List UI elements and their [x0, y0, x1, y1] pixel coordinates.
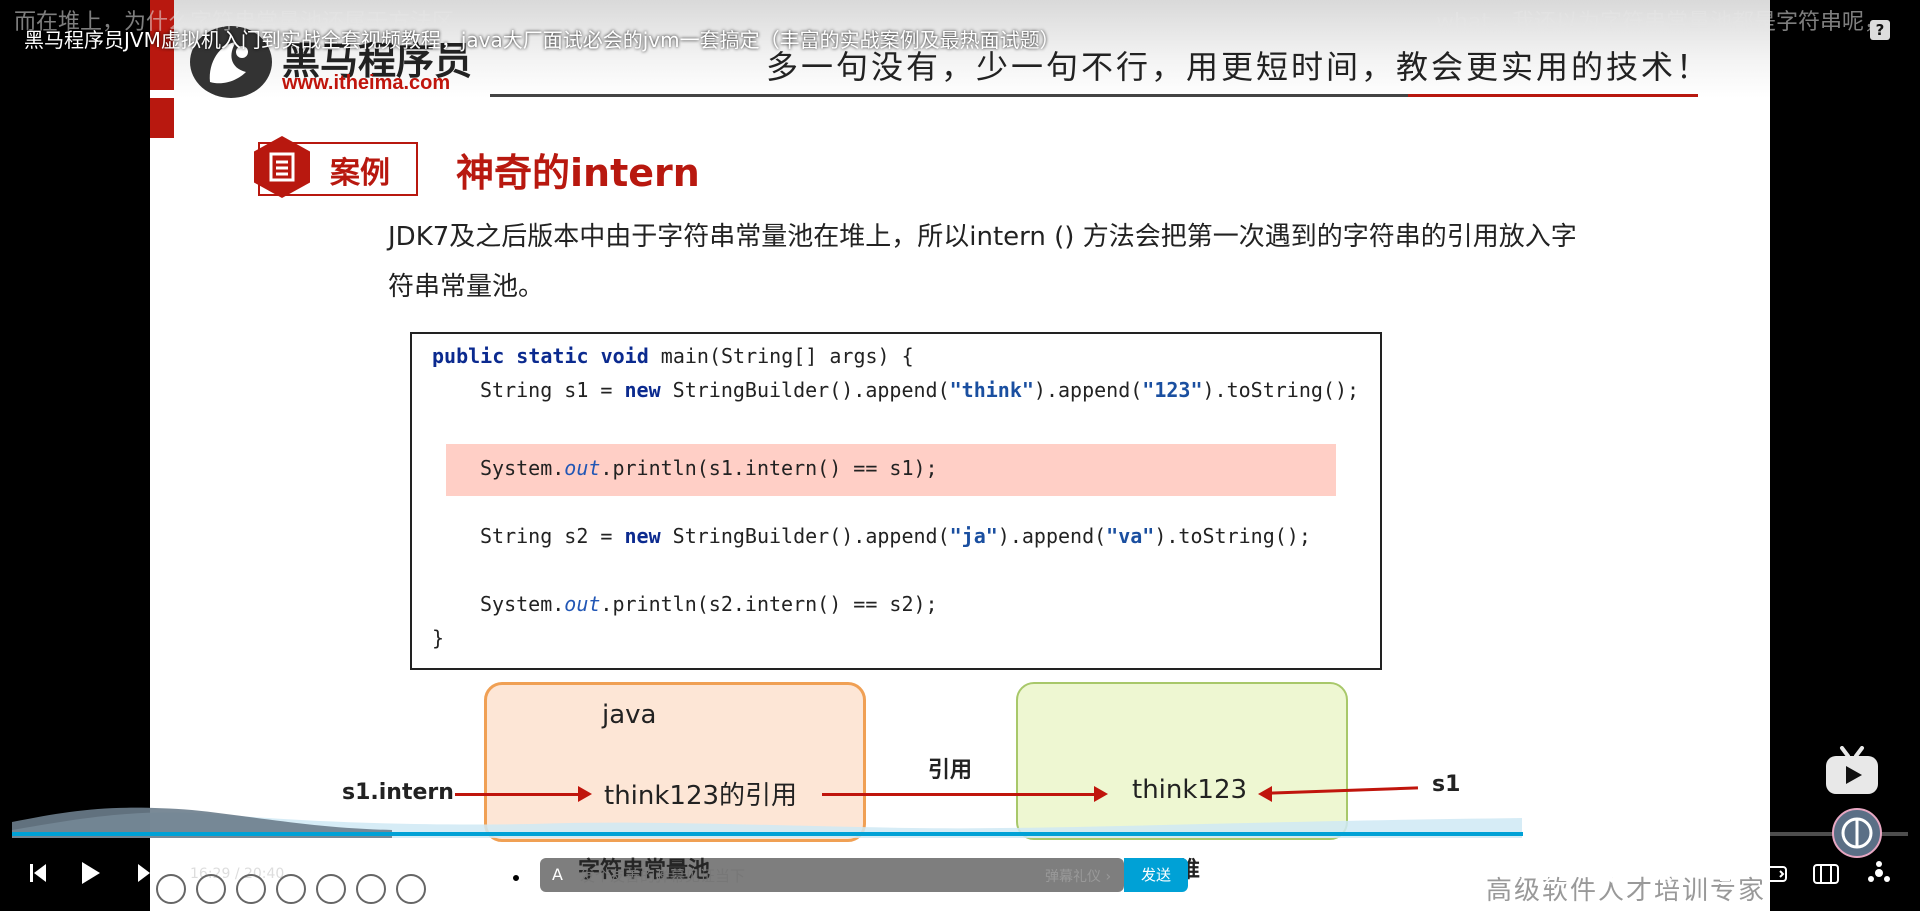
volume-icon[interactable] — [1598, 862, 1624, 890]
video-title: 黑马程序员JVM虚拟机入门到实战全套视频教程，java大厂面试必会的jvm一套搞… — [24, 28, 1060, 52]
code-line-2: String s1 = new StringBuilder().append("… — [480, 378, 1360, 402]
toolbar-icon — [276, 874, 306, 904]
danmaku-toggle-icon[interactable] — [460, 864, 484, 890]
episodes-button[interactable]: 选集 — [1420, 864, 1452, 888]
reference-label: 引用 — [928, 758, 973, 783]
progress-fill — [12, 832, 1524, 836]
toolbar-icon — [316, 874, 346, 904]
danmaku-input[interactable]: A 发个友善的弹幕见证当下 — [540, 858, 1124, 892]
toolbar-icon — [196, 874, 226, 904]
bilibili-tv-icon[interactable] — [1824, 746, 1880, 796]
danmaku-comment: what，我还以为字符串常量池都是字符串呢， — [1436, 10, 1887, 35]
toolbar-icon — [396, 874, 426, 904]
danmaku-etiquette-link[interactable]: 弹幕礼仪 › — [1045, 866, 1111, 886]
slogan-divider-accent — [1408, 94, 1698, 97]
widescreen-icon[interactable] — [1760, 862, 1788, 890]
code-line-1: public static void main(String[] args) { — [432, 344, 914, 368]
web-fullscreen-icon[interactable] — [1812, 862, 1840, 890]
slide-content: 黑马程序员 www.itheima.com 多一句没有，少一句不行，用更短时间，… — [150, 0, 1770, 911]
toolbar-icon — [156, 874, 186, 904]
previous-icon[interactable] — [28, 862, 48, 888]
play-icon[interactable] — [80, 860, 102, 890]
arrow-s1-intern-line — [455, 793, 581, 796]
slide-description: JDK7及之后版本中由于字符串常量池在堆上，所以intern () 方法会把第一… — [388, 222, 1577, 302]
pool-item-java: java — [602, 700, 657, 730]
case-label: 案例 — [330, 156, 390, 191]
quality-selector[interactable]: 1080P 高清 — [1318, 864, 1412, 888]
speed-selector[interactable]: 2.0x — [1482, 864, 1521, 883]
s1-label: s1 — [1432, 772, 1461, 797]
picture-in-picture-icon[interactable] — [1706, 862, 1734, 890]
code-line-3: System.out.println(s1.intern() == s1); — [480, 456, 938, 480]
danmaku-placeholder: 发个友善的弹幕见证当下 — [580, 867, 746, 885]
danmaku-settings-icon[interactable] — [500, 864, 524, 890]
send-button[interactable]: 发送 — [1124, 858, 1188, 892]
toolbar-icon — [356, 874, 386, 904]
code-block: public static void main(String[] args) {… — [410, 332, 1382, 670]
arrow-reference-line — [822, 793, 1098, 796]
fullscreen-icon[interactable] — [1866, 860, 1892, 890]
code-line-6: } — [432, 626, 445, 650]
toolbar-icon — [236, 874, 266, 904]
help-icon[interactable]: ? — [1870, 20, 1890, 40]
code-line-5: System.out.println(s2.intern() == s2); — [480, 592, 938, 616]
code-line-4: String s2 = new StringBuilder().append("… — [480, 524, 1311, 548]
settings-gear-icon[interactable] — [1652, 860, 1678, 890]
text-style-icon[interactable]: A — [552, 865, 563, 884]
slide-red-bar-gap — [150, 90, 174, 98]
pip-off-icon[interactable] — [1540, 862, 1570, 890]
slide-toolbar-icons — [150, 874, 470, 904]
logo-url: www.itheima.com — [282, 72, 451, 94]
progress-bar[interactable] — [12, 832, 1908, 836]
slide-title: 神奇的intern — [456, 151, 700, 195]
